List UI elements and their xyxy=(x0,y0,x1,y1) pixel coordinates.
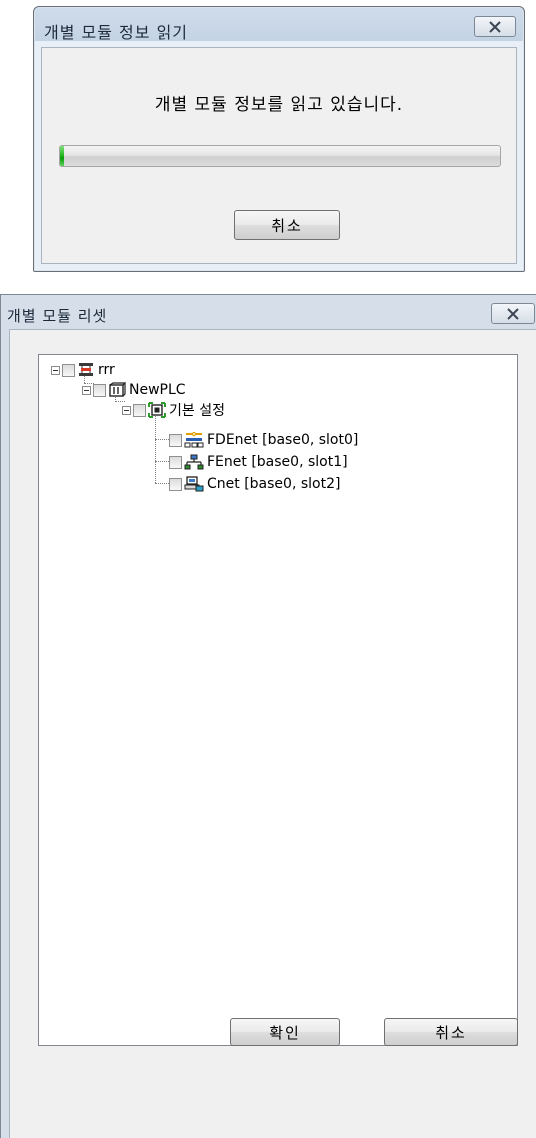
basic-settings-icon xyxy=(148,402,166,418)
plc-icon xyxy=(108,382,126,398)
collapse-toggle[interactable] xyxy=(122,405,131,415)
module-tree[interactable]: rrr NewPLC 기본 설정 FDEnet [base0, slot0] F… xyxy=(38,354,518,1046)
dialog-body: rrr NewPLC 기본 설정 FDEnet [base0, slot0] F… xyxy=(9,329,536,1138)
module-checkbox[interactable] xyxy=(62,363,75,377)
tree-item-rrr[interactable]: rrr xyxy=(51,361,115,379)
module-checkbox[interactable] xyxy=(93,383,106,397)
dialog-title: 개별 모듈 정보 읽기 xyxy=(44,23,189,42)
close-button[interactable] xyxy=(491,303,535,324)
cancel-button[interactable]: 취소 xyxy=(384,1018,518,1046)
tree-connector xyxy=(155,461,169,462)
tree-item-basic-settings[interactable]: 기본 설정 xyxy=(122,401,225,419)
tree-connector xyxy=(155,409,156,483)
progress-bar xyxy=(59,145,501,167)
progress-fill xyxy=(60,146,65,166)
module-checkbox[interactable] xyxy=(169,477,182,491)
close-x-icon xyxy=(488,20,502,33)
collapse-toggle[interactable] xyxy=(82,385,91,395)
close-button[interactable] xyxy=(474,16,516,37)
tree-item-label: FEnet [base0, slot1] xyxy=(207,454,348,470)
fenet-module-icon xyxy=(184,454,204,470)
tree-item-label: NewPLC xyxy=(129,382,186,398)
module-checkbox[interactable] xyxy=(169,433,182,447)
tree-item-fdenet[interactable]: FDEnet [base0, slot0] xyxy=(169,431,358,449)
collapse-toggle[interactable] xyxy=(51,365,60,375)
cancel-button[interactable]: 취소 xyxy=(234,210,340,240)
read-module-info-dialog: 개별 모듈 정보 읽기 개별 모듈 정보를 읽고 있습니다. 취소 xyxy=(33,6,525,272)
tree-connector xyxy=(155,439,169,440)
close-x-icon xyxy=(506,307,520,320)
dialog-body: 개별 모듈 정보를 읽고 있습니다. 취소 xyxy=(41,47,517,264)
ok-button[interactable]: 확인 xyxy=(230,1018,340,1046)
tree-item-fenet[interactable]: FEnet [base0, slot1] xyxy=(169,453,348,471)
module-checkbox[interactable] xyxy=(133,403,146,417)
module-reset-dialog: 개별 모듈 리셋 rrr NewPLC 기본 설정 FDEnet [base0,… xyxy=(0,294,536,1138)
tree-item-cnet[interactable]: Cnet [base0, slot2] xyxy=(169,475,340,493)
tree-connector xyxy=(155,483,169,484)
tree-item-label: FDEnet [base0, slot0] xyxy=(207,432,359,448)
tree-item-label: Cnet [base0, slot2] xyxy=(207,476,341,492)
tree-item-label: rrr xyxy=(98,362,115,378)
cnet-module-icon xyxy=(184,476,204,492)
tree-item-label: 기본 설정 xyxy=(169,403,225,419)
module-checkbox[interactable] xyxy=(169,455,182,469)
fdenet-module-icon xyxy=(184,432,204,448)
status-message: 개별 모듈 정보를 읽고 있습니다. xyxy=(154,95,404,115)
tree-item-newplc[interactable]: NewPLC xyxy=(82,381,186,399)
network-root-icon xyxy=(77,362,95,378)
dialog-title: 개별 모듈 리셋 xyxy=(7,307,108,325)
